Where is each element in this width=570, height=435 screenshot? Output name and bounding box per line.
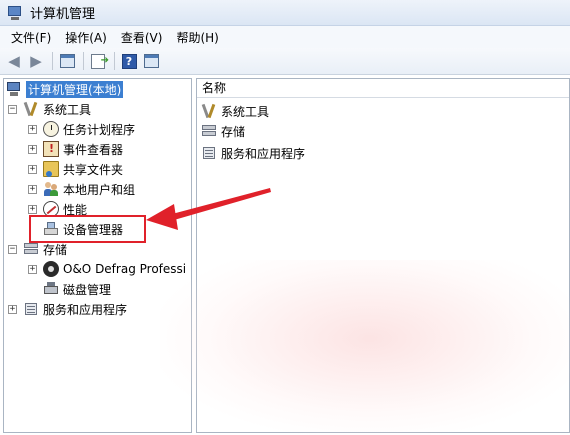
back-icon: ◀ [8, 51, 20, 70]
tree-item-disk-management[interactable]: 磁盘管理 [43, 279, 111, 299]
toolbar: ◀ ▶ ? [0, 48, 570, 75]
disk-management-icon [43, 281, 59, 297]
expand-toggle[interactable]: + [28, 164, 37, 174]
tree-item-local-users[interactable]: + 本地用户和组 [28, 179, 135, 199]
help-icon: ? [121, 53, 137, 69]
tools-icon [23, 101, 39, 117]
clock-icon [43, 121, 59, 137]
tree-label: 服务和应用程序 [43, 302, 128, 317]
content-list: 名称 系统工具 存储 服务和应用程序 [196, 78, 570, 433]
storage-icon [201, 123, 217, 139]
list-item-label: 服务和应用程序 [221, 146, 306, 161]
column-header-name[interactable]: 名称 [197, 79, 569, 98]
tree-label: 本地用户和组 [63, 182, 136, 197]
list-item-storage[interactable]: 存储 [201, 121, 245, 141]
tree-label: 磁盘管理 [63, 282, 112, 297]
toolbar-separator [52, 52, 53, 70]
tree-item-shared-folders[interactable]: + 共享文件夹 [28, 159, 123, 179]
show-hide-tree-icon [59, 54, 75, 68]
tree-item-services-apps[interactable]: + 服务和应用程序 [8, 299, 127, 319]
storage-icon [23, 241, 39, 257]
defrag-icon [43, 261, 59, 277]
services-icon [23, 301, 39, 317]
event-viewer-icon [43, 141, 59, 157]
computer-icon [6, 81, 22, 97]
menu-action[interactable]: 操作(A) [58, 27, 114, 48]
title-bar: 计算机管理 [0, 0, 570, 26]
console-view-button[interactable] [141, 51, 161, 71]
expand-toggle[interactable]: + [28, 204, 37, 214]
expand-toggle[interactable]: + [28, 144, 37, 154]
menu-view[interactable]: 查看(V) [114, 27, 170, 48]
annotation-highlight-box [29, 215, 146, 243]
tree-label: 系统工具 [43, 102, 92, 117]
back-button[interactable]: ◀ [4, 51, 24, 71]
export-list-button[interactable] [88, 51, 109, 71]
help-button[interactable]: ? [119, 51, 139, 71]
tree-label: 共享文件夹 [63, 162, 124, 177]
forward-button[interactable]: ▶ [26, 51, 46, 71]
tree-root[interactable]: 计算机管理(本地) [6, 79, 124, 99]
annotation-arrow-icon [146, 188, 271, 230]
toolbar-separator [83, 52, 84, 70]
expand-toggle[interactable]: + [28, 184, 37, 194]
computer-management-icon [6, 5, 24, 21]
expand-toggle[interactable]: + [28, 264, 37, 274]
list-item-services-apps[interactable]: 服务和应用程序 [201, 143, 305, 163]
menu-file[interactable]: 文件(F) [4, 27, 58, 48]
tree-label: O&O Defrag Professi [63, 262, 187, 276]
list-item-label: 系统工具 [221, 104, 270, 119]
export-list-icon [91, 53, 109, 69]
collapse-toggle[interactable]: − [8, 244, 17, 254]
list-item-label: 存储 [221, 124, 246, 139]
tree-item-system-tools[interactable]: − 系统工具 [8, 99, 91, 119]
list-item-system-tools[interactable]: 系统工具 [201, 101, 269, 121]
tree-root-label: 计算机管理(本地) [26, 80, 124, 98]
users-icon [43, 181, 59, 197]
console-view-icon [143, 54, 159, 68]
navigation-tree: 计算机管理(本地) − 系统工具 + 任务计划程序 + 事件查看器 + 共享文件… [3, 78, 192, 433]
tree-label: 任务计划程序 [63, 122, 136, 137]
menu-help[interactable]: 帮助(H) [169, 27, 225, 48]
toolbar-separator [114, 52, 115, 70]
forward-icon: ▶ [30, 51, 42, 70]
show-hide-tree-button[interactable] [57, 51, 77, 71]
tree-label: 事件查看器 [63, 142, 124, 157]
shared-folder-icon [43, 161, 59, 177]
menu-bar: 文件(F) 操作(A) 查看(V) 帮助(H) [0, 26, 570, 48]
tree-item-task-scheduler[interactable]: + 任务计划程序 [28, 119, 135, 139]
expand-toggle[interactable]: + [8, 304, 17, 314]
expand-toggle[interactable]: + [28, 124, 37, 134]
tools-icon [201, 103, 217, 119]
tree-item-event-viewer[interactable]: + 事件查看器 [28, 139, 123, 159]
window-title: 计算机管理 [30, 7, 96, 22]
services-icon [201, 145, 217, 161]
tree-item-defrag[interactable]: + O&O Defrag Professi [28, 259, 186, 279]
tree-label: 存储 [43, 242, 68, 257]
collapse-toggle[interactable]: − [8, 104, 17, 114]
